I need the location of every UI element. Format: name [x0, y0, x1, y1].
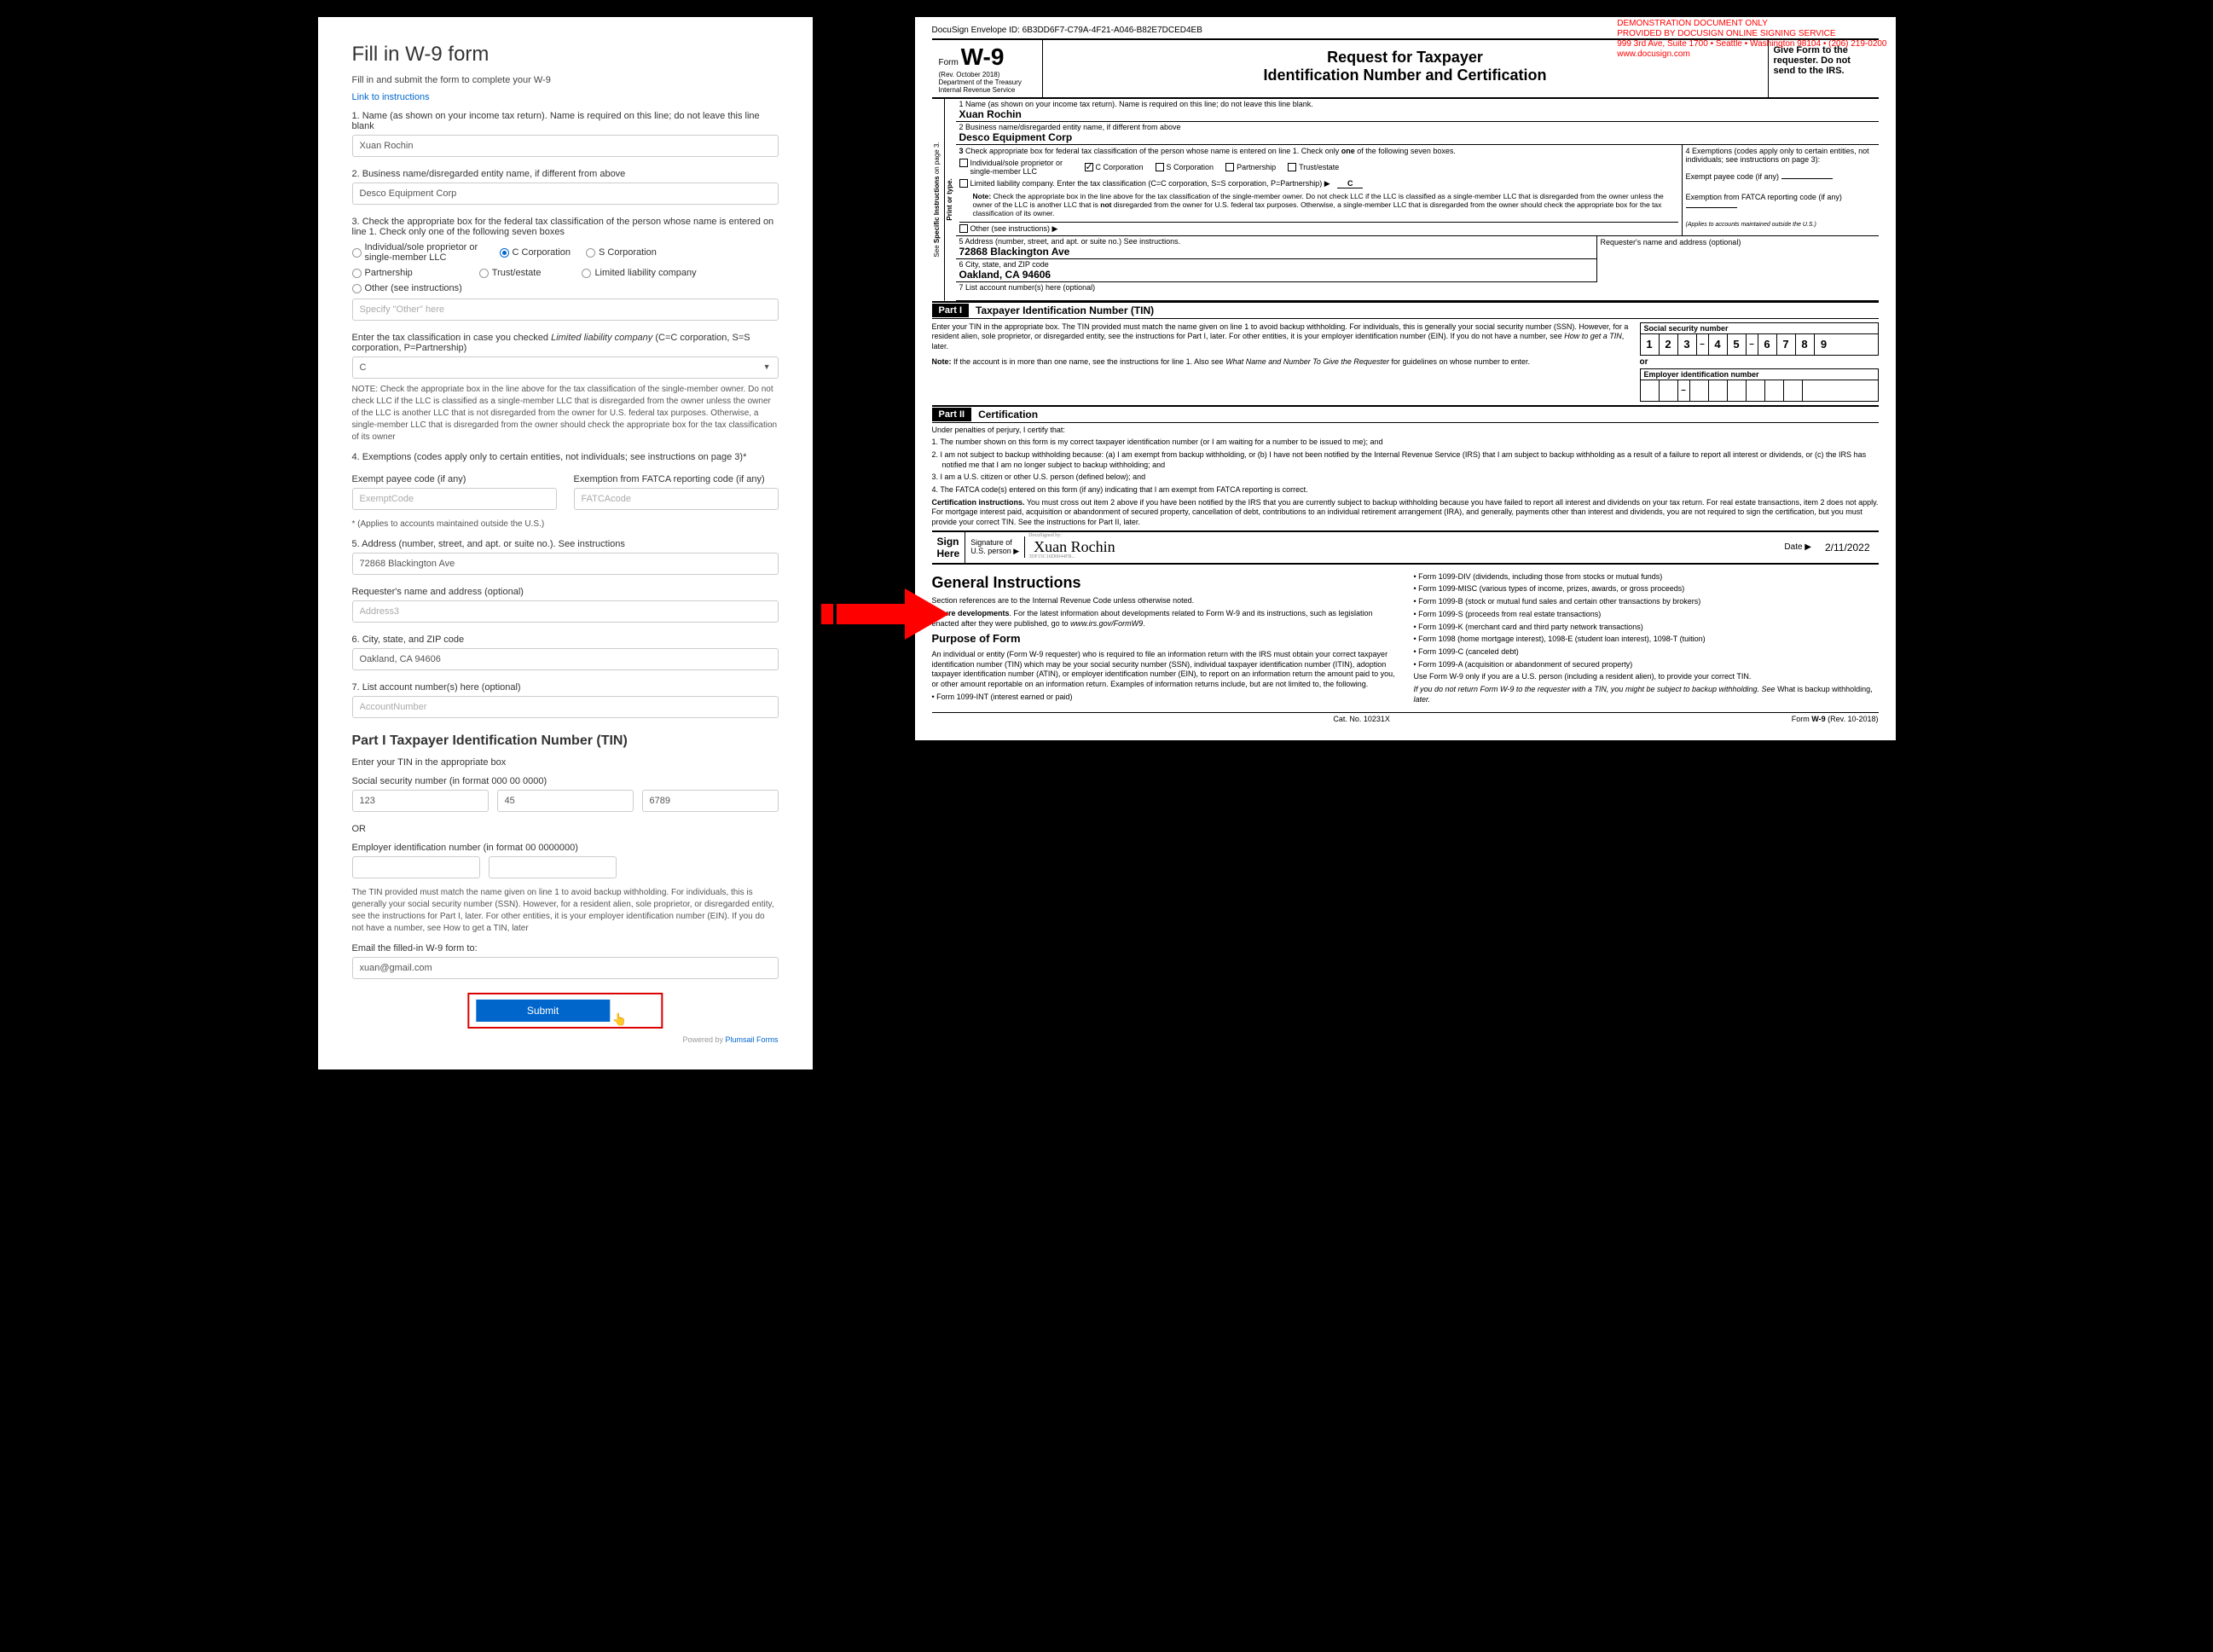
w9-city: Oakland, CA 94606 [959, 269, 1593, 281]
signature-value: DocuSigned by: Xuan Rochin 3DF15C16D0044… [1025, 538, 1779, 556]
input-ein-1[interactable] [352, 856, 480, 878]
part-i-sub: Enter your TIN in the appropriate box [352, 757, 779, 768]
input-address[interactable] [352, 553, 779, 575]
cb-c-corp[interactable] [1085, 163, 1093, 171]
input-city[interactable] [352, 648, 779, 670]
input-requester[interactable] [352, 600, 779, 623]
part-i-header: Part I Taxpayer Identification Number (T… [932, 301, 1879, 319]
form-footer: Cat. No. 10231X Form W-9 (Rev. 10-2018) [932, 712, 1879, 723]
label-address: 5. Address (number, street, and apt. or … [352, 539, 779, 549]
page-subtitle: Fill in and submit the form to complete … [352, 75, 779, 85]
input-ssn-3[interactable] [642, 790, 779, 812]
label-classification: 3. Check the appropriate box for the fed… [352, 217, 779, 237]
label-exempt-code: Exempt payee code (if any) [352, 474, 557, 484]
input-other[interactable] [352, 299, 779, 321]
input-fatca-code[interactable] [574, 488, 779, 510]
signature-row: SignHere Signature ofU.S. person ▶ DocuS… [932, 530, 1879, 565]
page-title: Fill in W-9 form [352, 43, 779, 67]
part-i-heading: Part I Taxpayer Identification Number (T… [352, 733, 779, 749]
select-llc-class[interactable]: C▼ [352, 356, 779, 379]
label-business: 2. Business name/disregarded entity name… [352, 169, 779, 179]
w9-document: DEMONSTRATION DOCUMENT ONLY PROVIDED BY … [915, 17, 1896, 740]
input-ssn-1[interactable] [352, 790, 489, 812]
note-classification: NOTE: Check the appropriate box in the l… [352, 384, 779, 443]
label-ssn: Social security number (in format 000 00… [352, 776, 779, 786]
label-llc-class: Enter the tax classification in case you… [352, 333, 779, 353]
input-email[interactable] [352, 957, 779, 979]
input-exempt-code[interactable] [352, 488, 557, 510]
cb-individual[interactable] [959, 159, 968, 167]
general-instructions: General Instructions Section references … [932, 570, 1879, 708]
w9-address: 72868 Blackington Ave [959, 246, 1593, 258]
radio-individual[interactable] [352, 248, 362, 258]
label-requester: Requester's name and address (optional) [352, 587, 779, 597]
note-tin: The TIN provided must match the name giv… [352, 887, 779, 935]
input-ein-2[interactable] [489, 856, 617, 878]
cb-other[interactable] [959, 224, 968, 233]
ein-display: – [1640, 380, 1879, 402]
side-tab-specific: See Specific Instructions on page 3. [932, 99, 944, 301]
arrow-icon [821, 580, 958, 651]
date-value: 2/11/2022 [1816, 542, 1879, 554]
w9-business: Desco Equipment Corp [959, 131, 1875, 143]
label-account: 7. List account number(s) here (optional… [352, 682, 779, 693]
cursor-icon: 👆 [612, 1012, 627, 1027]
radio-trust[interactable] [479, 269, 489, 278]
cb-llc[interactable] [959, 179, 968, 188]
input-business[interactable] [352, 183, 779, 205]
submit-highlight: Submit 👆 [467, 993, 663, 1029]
input-account[interactable] [352, 696, 779, 718]
w9-label: W-9 [961, 43, 1005, 70]
chevron-down-icon: ▼ [763, 362, 771, 371]
label-or: OR [352, 824, 779, 834]
side-tab-print: Print or type. [944, 99, 956, 301]
ssn-display: 123 – 45 – 6789 [1640, 333, 1879, 356]
fill-in-form-page: Fill in W-9 form Fill in and submit the … [318, 17, 813, 1069]
plumsail-link[interactable]: Plumsail Forms [725, 1035, 778, 1044]
cb-partnership[interactable] [1225, 163, 1234, 171]
powered-by: Powered by Plumsail Forms [352, 1035, 779, 1044]
part-ii-header: Part II Certification [932, 405, 1879, 423]
label-city: 6. City, state, and ZIP code [352, 635, 779, 645]
label-name: 1. Name (as shown on your income tax ret… [352, 111, 779, 131]
radio-other[interactable] [352, 284, 362, 293]
submit-button[interactable]: Submit [476, 1000, 610, 1022]
cb-trust[interactable] [1288, 163, 1296, 171]
label-email: Email the filled-in W-9 form to: [352, 943, 779, 954]
input-name[interactable] [352, 135, 779, 157]
demo-watermark: DEMONSTRATION DOCUMENT ONLY PROVIDED BY … [1617, 19, 1886, 60]
llc-class-value: C [1337, 179, 1363, 188]
note-accounts-us: * (Applies to accounts maintained outsid… [352, 519, 779, 530]
label-fatca-code: Exemption from FATCA reporting code (if … [574, 474, 779, 484]
instructions-link[interactable]: Link to instructions [352, 92, 779, 102]
w9-name: Xuan Rochin [959, 108, 1875, 120]
label-exemptions: 4. Exemptions (codes apply only to certa… [352, 452, 779, 462]
label-ein: Employer identification number (in forma… [352, 843, 779, 853]
radio-partnership[interactable] [352, 269, 362, 278]
radio-c-corp[interactable] [500, 248, 509, 258]
radio-s-corp[interactable] [586, 248, 595, 258]
cb-s-corp[interactable] [1156, 163, 1164, 171]
input-ssn-2[interactable] [497, 790, 634, 812]
radio-llc[interactable] [582, 269, 591, 278]
